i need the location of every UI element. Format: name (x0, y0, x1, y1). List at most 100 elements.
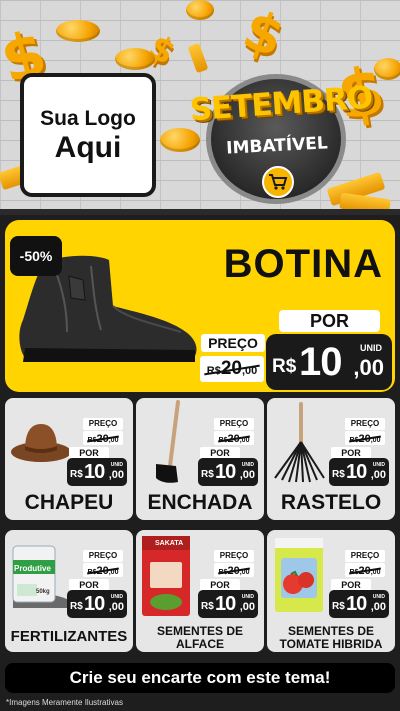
old-price-decimal: ,00 (239, 437, 250, 444)
logo-text-line2: Aqui (54, 130, 122, 164)
old-price-integer: 20 (96, 565, 109, 577)
preco-label: PREÇO (214, 550, 254, 562)
old-price-integer: 20 (96, 433, 109, 445)
price-unit: UNID (372, 462, 385, 468)
header-banner: $ $ $ $ Sua Logo Aqui SETEMBRO IMBATÍVEL (0, 0, 400, 215)
product-card-sementes-alface[interactable]: SAKATA PREÇO R$20,00 POR R$ 10 UNID ,00 … (136, 530, 264, 652)
product-card-fertilizantes[interactable]: Produtive 50kg PREÇO R$20,00 POR R$ 10 U… (5, 530, 133, 652)
dollar-sign-decoration: $ (235, 0, 293, 70)
product-card-sementes-tomate[interactable]: PREÇO R$20,00 POR R$ 10 UNID ,00 SEMENTE… (267, 530, 395, 652)
package-label: Produtive (14, 564, 51, 573)
tomato-seed-packet-image (275, 538, 323, 612)
old-price-currency: R$ (206, 365, 221, 377)
price-unit: UNID (360, 343, 382, 353)
coin-decoration (186, 0, 214, 20)
preco-label: PREÇO (214, 418, 254, 430)
coin-decoration (374, 58, 400, 80)
old-price-integer: 20 (227, 565, 240, 577)
price-decimal: ,00 (108, 601, 124, 613)
fertilizer-bag-image (12, 545, 69, 608)
product-card-rastelo[interactable]: PREÇO R$20,00 POR R$ 10 UNID ,00 RASTELO (267, 398, 395, 520)
product-title: SEMENTES DE TOMATE HIBRIDA (267, 625, 395, 651)
logo-placeholder[interactable]: Sua Logo Aqui (20, 73, 156, 197)
price-integer: 10 (346, 593, 367, 615)
hat-image (11, 424, 71, 462)
preco-label: PREÇO (345, 418, 385, 430)
product-card-chapeu[interactable]: PREÇO R$20,00 POR R$ 10 UNID ,00 CHAPEU (5, 398, 133, 520)
old-price-decimal: ,00 (370, 569, 381, 576)
product-title: ENCHADA (147, 491, 253, 514)
discount-badge: -50% (10, 236, 62, 276)
price-integer: 10 (215, 593, 236, 615)
old-price-integer: 20 (358, 433, 371, 445)
price-tag: R$ 10 UNID ,00 (67, 590, 127, 618)
price-tag: R$ 10 UNID ,00 (198, 458, 258, 486)
money-bill-decoration (339, 192, 391, 215)
old-price-integer: 20 (220, 358, 242, 379)
hero-price-tag: R$ 10 UNID ,00 (266, 334, 392, 390)
logo-text-line1: Sua Logo (40, 106, 136, 130)
price-integer: 10 (84, 461, 105, 483)
old-price-decimal: ,00 (108, 569, 119, 576)
price-currency: R$ (332, 601, 345, 612)
price-tag: R$ 10 UNID ,00 (67, 458, 127, 486)
price-unit: UNID (241, 594, 254, 600)
cart-icon (262, 166, 294, 198)
hero-por-label: POR (279, 310, 380, 332)
preco-label: PREÇO (83, 418, 123, 430)
price-currency: R$ (70, 469, 83, 480)
old-price: R$20,00 (345, 563, 385, 577)
price-tag: R$ 10 UNID ,00 (329, 590, 389, 618)
old-price-decimal: ,00 (241, 365, 258, 377)
price-unit: UNID (372, 594, 385, 600)
package-label: SAKATA (155, 540, 184, 547)
price-currency: R$ (201, 469, 214, 480)
price-decimal: ,00 (353, 355, 384, 380)
hoe-image (156, 400, 180, 483)
hero-preco-label: PREÇO (201, 334, 265, 352)
old-price-decimal: ,00 (108, 437, 119, 444)
old-price: R$20,00 (214, 431, 254, 445)
product-card-enchada[interactable]: PREÇO R$20,00 POR R$ 10 UNID ,00 ENCHADA (136, 398, 264, 520)
product-title-line2: ALFACE (176, 637, 224, 651)
old-price-decimal: ,00 (370, 437, 381, 444)
hero-old-price: R$20,00 (200, 356, 264, 382)
price-decimal: ,00 (239, 601, 255, 613)
product-title-line2: TOMATE HIBRIDA (279, 637, 383, 651)
old-price: R$20,00 (214, 563, 254, 577)
product-title: RASTELO (280, 491, 382, 514)
coin-decoration (115, 48, 155, 70)
old-price-integer: 20 (227, 433, 240, 445)
price-unit: UNID (241, 462, 254, 468)
price-integer: 10 (346, 461, 367, 483)
price-currency: R$ (70, 601, 83, 612)
product-title: FERTILIZANTES (10, 628, 128, 645)
price-decimal: ,00 (108, 469, 124, 481)
price-tag: R$ 10 UNID ,00 (198, 590, 258, 618)
old-price: R$20,00 (83, 431, 123, 445)
old-price: R$20,00 (345, 431, 385, 445)
old-price-decimal: ,00 (239, 569, 250, 576)
price-decimal: ,00 (370, 469, 386, 481)
preco-label: PREÇO (345, 550, 385, 562)
price-integer: 10 (84, 593, 105, 615)
coin-decoration (56, 20, 100, 42)
product-title: SEMENTES DE ALFACE (136, 625, 264, 651)
disclaimer-note: *Imagens Meramente Ilustrativas (6, 698, 123, 707)
price-integer: 10 (299, 340, 342, 384)
price-unit: UNID (110, 462, 123, 468)
old-price: R$20,00 (83, 563, 123, 577)
cta-button[interactable]: Crie seu encarte com este tema! (5, 663, 395, 693)
price-currency: R$ (201, 601, 214, 612)
rake-image (274, 402, 325, 483)
price-currency: R$ (272, 356, 297, 377)
preco-label: PREÇO (83, 550, 123, 562)
product-title: CHAPEU (24, 491, 114, 514)
price-currency: R$ (332, 469, 345, 480)
price-unit: UNID (110, 594, 123, 600)
price-tag: R$ 10 UNID ,00 (329, 458, 389, 486)
price-decimal: ,00 (239, 469, 255, 481)
money-bill-decoration (187, 42, 209, 74)
price-decimal: ,00 (370, 601, 386, 613)
hero-product-title: BOTINA (223, 242, 383, 286)
